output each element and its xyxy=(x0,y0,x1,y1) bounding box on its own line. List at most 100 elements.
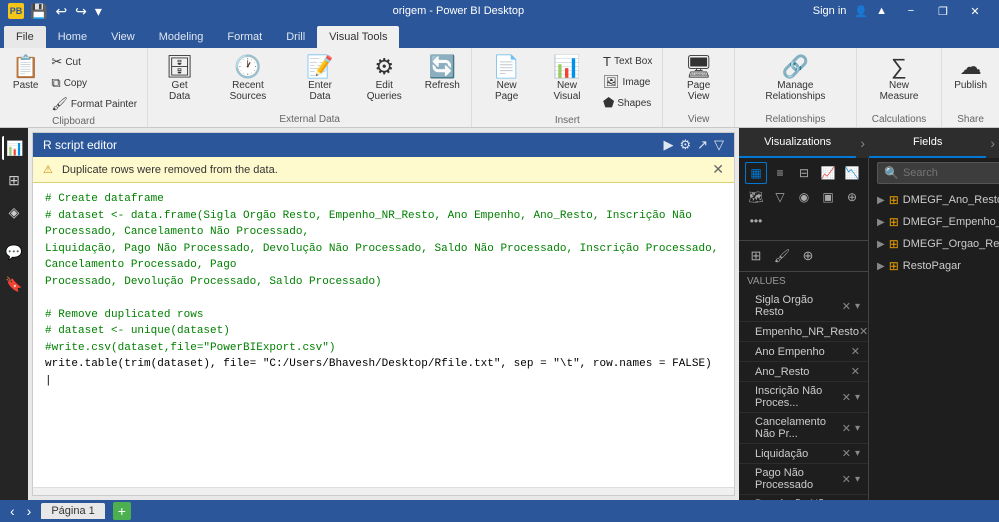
ribbon-collapse[interactable]: ▲ xyxy=(876,5,887,17)
copy-button[interactable]: ⧉ Copy xyxy=(47,73,141,93)
search-input[interactable] xyxy=(903,167,999,179)
manage-relationships-button[interactable]: 🔗 Manage Relationships xyxy=(741,52,850,106)
external-data-label: External Data xyxy=(279,112,340,125)
account-icon[interactable]: 👤 xyxy=(854,5,868,18)
remove-value-6[interactable]: ✕ xyxy=(842,447,851,460)
chevron-value-4[interactable]: ▾ xyxy=(855,392,860,403)
relationships-group: 🔗 Manage Relationships Relationships xyxy=(735,48,857,127)
fields-pane: 🔍 ▶ ⊞ DMEGF_Ano_Resto ▶ xyxy=(869,158,999,500)
close-warning-btn[interactable]: ✕ xyxy=(712,161,724,178)
dropdown-qa[interactable]: ▾ xyxy=(93,3,104,20)
viz-stacked-bar[interactable]: ≡ xyxy=(769,162,791,184)
field-group-header-1[interactable]: ▶ ⊞ DMEGF_Empenho_... xyxy=(869,212,999,232)
remove-value-7[interactable]: ✕ xyxy=(842,473,851,486)
close-btn[interactable]: ✕ xyxy=(959,0,991,22)
field-group-2: ▶ ⊞ DMEGF_Orgao_Resto xyxy=(869,234,999,254)
tab-home[interactable]: Home xyxy=(46,26,99,48)
minimize-btn[interactable]: − xyxy=(895,0,927,22)
format-icon[interactable]: 🖌 xyxy=(771,245,793,267)
external-link-icon[interactable]: ↗ xyxy=(697,137,708,153)
viz-more[interactable]: ••• xyxy=(745,210,767,232)
viz-map[interactable]: 🗺 xyxy=(745,186,767,208)
recent-sources-button[interactable]: 🕐 Recent Sources xyxy=(207,52,289,106)
r-code-editor[interactable]: # Create dataframe # dataset <- data.fra… xyxy=(33,183,734,487)
settings-icon[interactable]: ⚙ xyxy=(679,137,691,153)
analytics-icon[interactable]: ⊕ xyxy=(797,245,819,267)
visualizations-tab[interactable]: Visualizations xyxy=(739,128,856,158)
chevron-value-5[interactable]: ▾ xyxy=(855,423,860,434)
chevron-value-7[interactable]: ▾ xyxy=(855,474,860,485)
remove-value-4[interactable]: ✕ xyxy=(842,391,851,404)
clipboard-group: 📋 Paste ✂ Cut ⧉ Copy 🖌 Format Painter Cl… xyxy=(0,48,148,127)
r-panel-header: R script editor ▶ ⚙ ↗ ▽ xyxy=(33,133,734,157)
report-view-icon[interactable]: 📊 xyxy=(2,136,26,160)
chevron-value-0[interactable]: ▾ xyxy=(855,301,860,312)
prev-page-btn[interactable]: ‹ xyxy=(8,503,17,519)
new-visual-button[interactable]: 📊 New Visual xyxy=(537,52,597,106)
run-script-icon[interactable]: ▶ xyxy=(663,137,673,153)
remove-value-2[interactable]: ✕ xyxy=(851,345,860,358)
cut-button[interactable]: ✂ Cut xyxy=(47,52,141,72)
fields-search-box[interactable]: 🔍 xyxy=(877,162,999,184)
get-data-button[interactable]: 🗄 Get Data xyxy=(154,52,205,106)
shapes-button[interactable]: ⬟ Shapes xyxy=(599,93,656,113)
viz-gauge[interactable]: ◉ xyxy=(793,186,815,208)
edit-queries-button[interactable]: ⚙ Edit Queries xyxy=(351,52,417,106)
sign-in-link[interactable]: Sign in xyxy=(813,5,847,17)
title-bar-left: PB 💾 ↩ ↪ ▾ xyxy=(8,3,104,20)
remove-value-3[interactable]: ✕ xyxy=(851,365,860,378)
tab-format[interactable]: Format xyxy=(215,26,274,48)
model-view-icon[interactable]: ◈ xyxy=(2,200,26,224)
tab-file[interactable]: File xyxy=(4,26,46,48)
fields-tab[interactable]: Fields xyxy=(869,128,986,158)
paste-button[interactable]: 📋 Paste xyxy=(6,52,45,95)
remove-value-1[interactable]: ✕ xyxy=(859,325,868,338)
new-measure-button[interactable]: ∑ New Measure xyxy=(863,52,935,106)
page-tab-1[interactable]: Página 1 xyxy=(41,503,104,519)
format-painter-button[interactable]: 🖌 Format Painter xyxy=(47,94,141,114)
remove-value-5[interactable]: ✕ xyxy=(842,422,851,435)
enter-data-button[interactable]: 📝 Enter Data xyxy=(291,52,350,106)
viz-card[interactable]: ▣ xyxy=(817,186,839,208)
tab-visual-tools[interactable]: Visual Tools xyxy=(317,26,399,48)
shapes-icon: ⬟ xyxy=(603,95,614,111)
field-group-0: ▶ ⊞ DMEGF_Ano_Resto xyxy=(869,190,999,210)
expand-fields-panel[interactable]: › xyxy=(990,135,995,151)
viz-area[interactable]: 📉 xyxy=(841,162,863,184)
redo-btn[interactable]: ↪ xyxy=(73,3,89,20)
value-row-1: Empenho_NR_Resto ✕ ▾ xyxy=(739,322,868,342)
image-button[interactable]: 🖼 Image xyxy=(599,72,656,92)
viz-stacked-bar2[interactable]: ⊟ xyxy=(793,162,815,184)
viz-bar-chart[interactable]: ▦ xyxy=(745,162,767,184)
viz-funnel[interactable]: ▽ xyxy=(769,186,791,208)
field-group-header-3[interactable]: ▶ ⊞ RestoPagar xyxy=(869,256,999,276)
expand-viz-panel[interactable]: › xyxy=(860,135,865,151)
undo-btn[interactable]: ↩ xyxy=(53,3,69,20)
tab-modeling[interactable]: Modeling xyxy=(147,26,216,48)
data-view-icon[interactable]: ⊞ xyxy=(2,168,26,192)
field-group-header-0[interactable]: ▶ ⊞ DMEGF_Ano_Resto xyxy=(869,190,999,210)
viz-line[interactable]: 📈 xyxy=(817,162,839,184)
save-quick-btn[interactable]: 💾 xyxy=(28,3,49,20)
group-arrow-0: ▶ xyxy=(877,195,885,206)
collapse-panel-icon[interactable]: ▽ xyxy=(714,137,724,153)
field-group-header-2[interactable]: ▶ ⊞ DMEGF_Orgao_Resto xyxy=(869,234,999,254)
tab-view[interactable]: View xyxy=(99,26,147,48)
value-row-2: Ano Empenho ✕ xyxy=(739,342,868,362)
fields-icon[interactable]: ⊞ xyxy=(745,245,767,267)
remove-value-0[interactable]: ✕ xyxy=(842,300,851,313)
textbox-button[interactable]: T Text Box xyxy=(599,52,656,71)
viz-kpi[interactable]: ⊕ xyxy=(841,186,863,208)
maximize-btn[interactable]: ❐ xyxy=(927,0,959,22)
quick-access-toolbar: 💾 ↩ ↪ ▾ xyxy=(28,3,104,20)
page-view-button[interactable]: 🖥 Page View xyxy=(669,52,728,106)
bookmark-icon[interactable]: 🔖 xyxy=(2,272,26,296)
next-page-btn[interactable]: › xyxy=(25,503,34,519)
add-page-button[interactable]: + xyxy=(113,502,131,520)
publish-button[interactable]: ☁ Publish xyxy=(948,52,993,95)
refresh-button[interactable]: 🔄 Refresh xyxy=(419,52,465,95)
qa-view-icon[interactable]: 💬 xyxy=(2,240,26,264)
new-page-button[interactable]: 📄 New Page xyxy=(478,52,535,106)
tab-drill[interactable]: Drill xyxy=(274,26,317,48)
chevron-value-6[interactable]: ▾ xyxy=(855,448,860,459)
